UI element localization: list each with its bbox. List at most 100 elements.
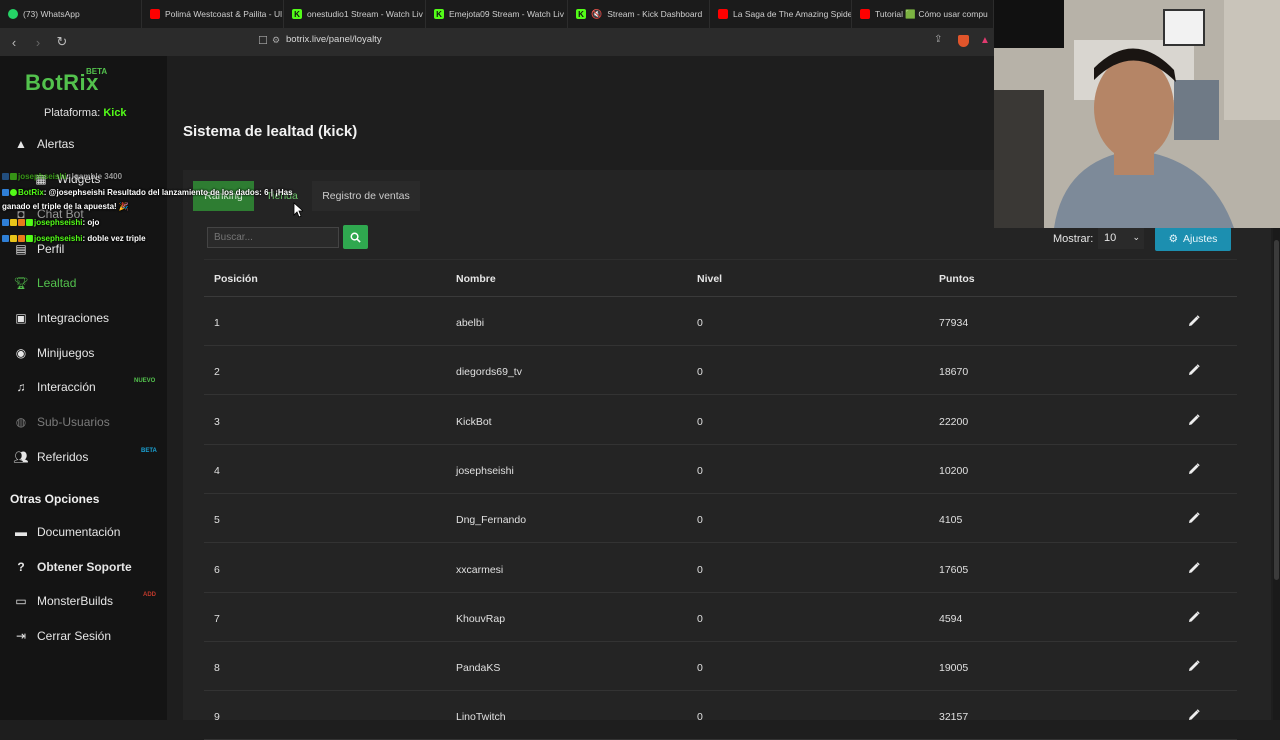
scrollbar-thumb[interactable] <box>1274 240 1279 580</box>
url-field[interactable]: botrix.live/panel/loyalty <box>286 34 382 45</box>
chat-text: : doble vez triple <box>82 234 146 243</box>
platform-value: Kick <box>103 107 127 119</box>
settings-button[interactable]: ⚙ Ajustes <box>1155 227 1231 251</box>
share-icon[interactable]: ⇪ <box>934 34 942 45</box>
sidebar-item-subusuarios[interactable]: ◍ Sub-Usuarios <box>0 407 167 437</box>
cell-nivel: 0 <box>697 711 703 724</box>
sidebar-item-cerrar-sesion[interactable]: ⇥ Cerrar Sesión <box>0 621 167 651</box>
cell-posicion: 1 <box>214 317 220 329</box>
sidebar-item-interaccion[interactable]: ♫ Interacción NUEVO <box>0 372 167 402</box>
cell-nivel: 0 <box>697 612 703 625</box>
edit-icon[interactable] <box>1188 413 1200 426</box>
cell-nivel: 0 <box>697 366 703 379</box>
chat-text: ganado el triple de la apuesta! 🎉 <box>2 202 129 211</box>
edit-icon[interactable] <box>1188 315 1200 327</box>
cell-posicion: 4 <box>214 464 220 477</box>
sidebar-item-soporte[interactable]: ? Obtener Soporte <box>0 552 167 582</box>
sidebar-item-label: Interacción <box>37 380 96 394</box>
show-select[interactable]: 10 ⌄ <box>1098 227 1144 249</box>
sidebar-item-label: Documentación <box>37 525 121 539</box>
webcam-image <box>994 0 1280 228</box>
whatsapp-icon <box>8 9 18 19</box>
browser-tab[interactable]: K Emejota09 Stream - Watch Liv <box>426 0 568 28</box>
sidebar-item-minijuegos[interactable]: ◉ Minijuegos <box>0 338 167 368</box>
table-row: 7 KhouvRap 0 4594 <box>204 593 1237 642</box>
browser-tab[interactable]: Tutorial 🟩 Cómo usar compu <box>852 0 994 28</box>
trophy-icon: 🏆︎ <box>13 276 29 290</box>
edit-icon[interactable] <box>1188 364 1200 376</box>
cell-nombre: KickBot <box>456 415 492 428</box>
cell-nivel: 0 <box>697 514 703 527</box>
header-nombre[interactable]: Nombre <box>456 273 496 285</box>
brave-shield-icon[interactable] <box>958 35 969 47</box>
cell-nombre: diegords69_tv <box>456 366 522 379</box>
sidebar-item-alertas[interactable]: ▲ Alertas <box>0 129 167 159</box>
browser-tab[interactable]: K 🔇 Stream - Kick Dashboard <box>568 0 710 28</box>
browser-tab[interactable]: Polimá Westcoast & Pailita - Ul <box>142 0 284 28</box>
chat-text: : !gamble 3400 <box>66 172 123 181</box>
cell-posicion: 2 <box>214 366 220 379</box>
chevron-down-icon: ⌄ <box>1132 232 1140 242</box>
sidebar-item-documentacion[interactable]: ▬ Documentación <box>0 517 167 547</box>
music-icon: ♫ <box>16 380 26 394</box>
browser-tab[interactable]: (73) WhatsApp <box>0 0 142 28</box>
cell-puntos: 32157 <box>939 711 969 724</box>
edit-icon[interactable] <box>1188 611 1200 623</box>
search-button[interactable] <box>343 225 368 249</box>
sidebar-item-label: Minijuegos <box>37 346 95 360</box>
cell-nombre: josephseishi <box>456 464 514 477</box>
rewards-icon[interactable]: ▲ <box>980 35 990 46</box>
cell-puntos: 4594 <box>939 612 963 625</box>
show-label: Mostrar: <box>1053 233 1094 245</box>
site-info-icon[interactable]: ⚙ <box>272 35 280 46</box>
edit-icon[interactable] <box>1188 512 1200 524</box>
kick-icon: K <box>434 9 444 19</box>
cell-nivel: 0 <box>697 563 703 576</box>
cell-nombre: abelbi <box>456 317 485 329</box>
chat-user: BotRix <box>18 188 44 197</box>
sidebar-item-label: Obtener Soporte <box>37 560 132 574</box>
tab-label: Tutorial 🟩 Cómo usar compu <box>875 8 988 19</box>
sidebar-item-integraciones[interactable]: ▣ Integraciones <box>0 303 167 333</box>
sidebar-item-monsterbuilds[interactable]: ▭ MonsterBuilds ADD <box>0 586 167 616</box>
edit-icon[interactable] <box>1188 561 1200 574</box>
cell-nombre: LinoTwitch <box>456 711 506 724</box>
table-row: 3 KickBot 0 22200 <box>204 396 1237 445</box>
sidebar-item-label: MonsterBuilds <box>37 594 114 608</box>
browser-tab[interactable]: La Saga de The Amazing Spide <box>710 0 852 28</box>
integrations-icon: ▣ <box>15 311 27 325</box>
new-badge: NUEVO <box>134 378 156 384</box>
back-icon[interactable]: ‹ <box>4 32 24 52</box>
gamepad-icon: ◉ <box>15 346 27 360</box>
mouse-cursor <box>293 202 303 218</box>
help-icon: ? <box>17 560 25 574</box>
cell-puntos: 10200 <box>939 464 969 477</box>
sidebar-item-referidos[interactable]: 👥︎ Referidos BETA <box>0 442 167 472</box>
table-row: 8 PandaKS 0 19005 <box>204 642 1237 692</box>
table-row: 5 Dng_Fernando 0 4105 <box>204 494 1237 544</box>
cell-nombre: KhouvRap <box>456 612 506 625</box>
table-row: 4 josephseishi 0 10200 <box>204 445 1237 494</box>
bookmark-icon[interactable]: ☐ <box>258 34 268 47</box>
cell-puntos: 4105 <box>939 514 963 527</box>
tab-label: (73) WhatsApp <box>23 9 80 19</box>
header-nivel[interactable]: Nivel <box>697 273 722 285</box>
settings-label: Ajustes <box>1182 233 1218 245</box>
header-posicion[interactable]: Posición <box>214 273 258 285</box>
forward-icon[interactable]: › <box>28 32 48 52</box>
mute-icon[interactable]: 🔇 <box>591 9 602 20</box>
edit-icon[interactable] <box>1188 463 1200 475</box>
sidebar-item-label: Integraciones <box>37 311 110 325</box>
edit-icon[interactable] <box>1188 660 1200 672</box>
cell-posicion: 6 <box>214 563 220 576</box>
beta-badge: BETA <box>86 67 108 76</box>
cell-puntos: 77934 <box>939 317 969 329</box>
chat-message-continuation: ganado el triple de la apuesta! 🎉 <box>2 202 129 211</box>
chat-text: : ojo <box>82 218 100 227</box>
browser-tab[interactable]: Konestudio1 Stream - Watch Liv <box>284 0 426 28</box>
reload-icon[interactable]: ↻ <box>52 32 72 52</box>
sidebar-item-lealtad[interactable]: 🏆︎ Lealtad <box>0 268 167 298</box>
webcam-overlay <box>994 0 1280 228</box>
header-puntos[interactable]: Puntos <box>939 273 975 285</box>
sidebar-item-label: Cerrar Sesión <box>37 629 112 643</box>
